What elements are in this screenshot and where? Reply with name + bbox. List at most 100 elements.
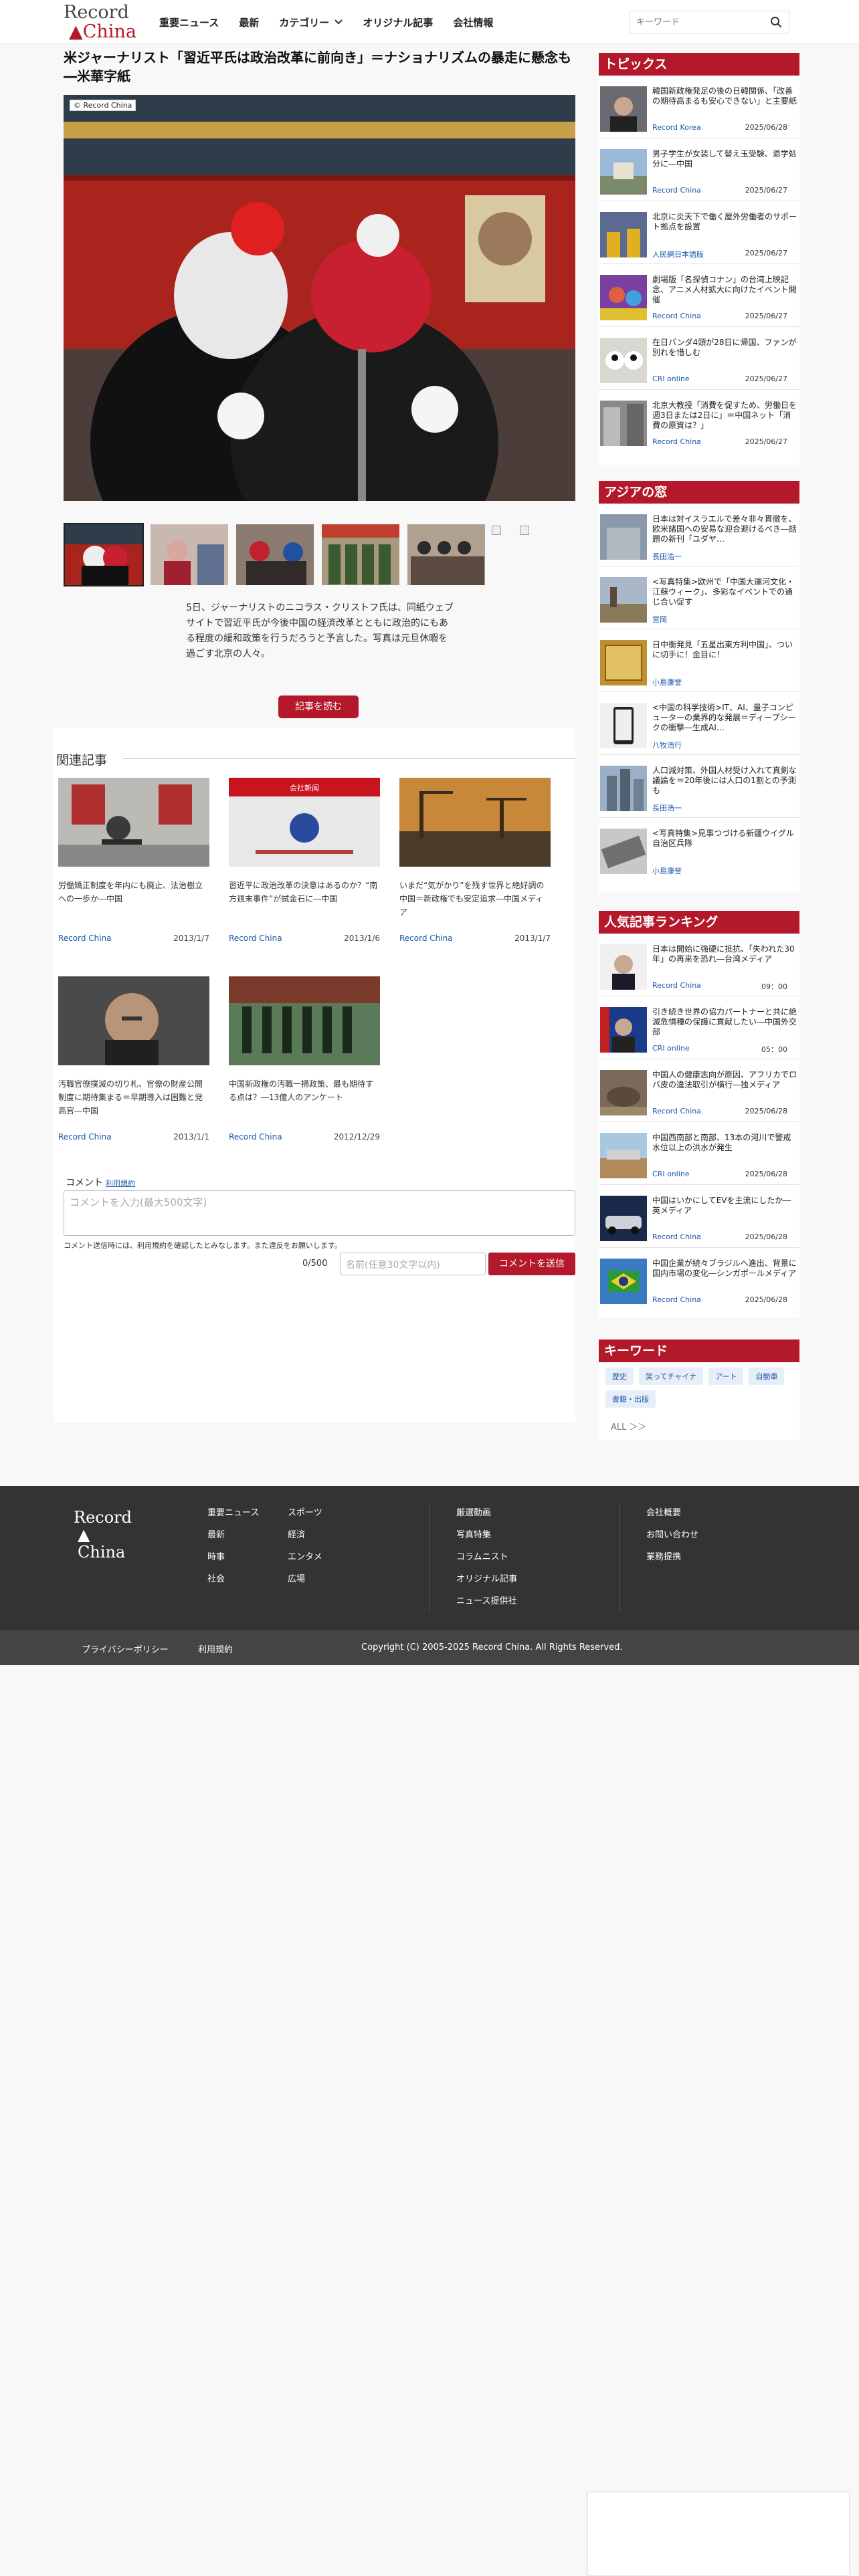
related-card-date: 2013/1/7	[514, 934, 551, 943]
footer-link[interactable]: スポーツ	[288, 1502, 322, 1524]
topic-item[interactable]: 韓国新政権発足の後の日韓関係、「改善の期待高まるも安心できない」と主要紙 Rec…	[599, 81, 799, 138]
thumbnail-1[interactable]	[64, 523, 144, 586]
comment-label: コメント 利用規約	[66, 1178, 135, 1188]
ranking-item[interactable]: 日本は開始に強硬に抵抗、「失われた30年」の再来を恐れ―台湾メディア Recor…	[599, 939, 799, 996]
topic-item[interactable]: 男子学生が女装して替え玉受験、退学処分に―中国 Record China 202…	[599, 144, 799, 201]
terms-link[interactable]: 利用規約	[106, 1179, 135, 1188]
floating-ad-box[interactable]	[587, 2492, 850, 2576]
ranking-item[interactable]: 引き続き世界の協力パートナーと共に絶滅危惧種の保護に貢献したい―中国外交部 CR…	[599, 1002, 799, 1059]
related-card[interactable]: 中国新政権の汚職一掃政策、最も期待する点は？―13億人のアンケート Record…	[224, 976, 385, 1150]
asia-heading: アジアの窓	[599, 481, 799, 504]
topics-heading: トピックス	[599, 53, 799, 76]
asia-item[interactable]: <写真特集>欧州で「中国大運河文化・江蘇ウィーク」、多彩なイベントでの通じ合い促…	[599, 572, 799, 629]
footer-link[interactable]: 業務提携	[646, 1546, 698, 1568]
topics-section: トピックス 韓国新政権発足の後の日韓関係、「改善の期待高まるも安心できない」と主…	[599, 53, 799, 465]
footer-link[interactable]: 時事	[207, 1546, 259, 1568]
asia-item[interactable]: <中国の科学技術>IT、AI、量子コンピューターの業界的な発展＝ディープシークの…	[599, 697, 799, 755]
thumbnail-5[interactable]	[406, 523, 486, 586]
related-card-image: 会社新闻	[229, 778, 380, 867]
topic-item[interactable]: 在日パンダ4頭が28日に帰国、ファンが別れを惜しむ CRI online 202…	[599, 332, 799, 390]
privacy-policy-link[interactable]: プライバシーポリシー	[82, 1642, 169, 1655]
related-card-source[interactable]: Record China	[58, 1132, 112, 1142]
thumbnail-broken-1[interactable]	[492, 526, 501, 535]
thumbnail-2[interactable]	[149, 523, 229, 586]
ranking-item[interactable]: 中国企業が続々ブラジルへ進出、背景に国内市場の変化―シンガポールメディア Rec…	[599, 1253, 799, 1311]
keyword-tag[interactable]: 歴史	[605, 1368, 634, 1385]
asia-item[interactable]: 日中衡発見「五星出東方利中国」、ついに切手に！金目に！ 小島康誉	[599, 635, 799, 692]
search-input[interactable]	[630, 11, 757, 33]
footer-link[interactable]: オリジナル記事	[456, 1568, 517, 1590]
footer-link[interactable]: コラムニスト	[456, 1546, 517, 1568]
keyword-tag[interactable]: 笑ってチャイナ	[639, 1368, 704, 1385]
nav-latest[interactable]: 最新	[239, 15, 259, 29]
related-card[interactable]: 労働矯正制度を年内にも廃止、法治樹立への一歩か―中国 Record China 2…	[54, 778, 214, 957]
ranking-item[interactable]: 中国はいかにしてEVを主流にしたか―英メディア Record China 202…	[599, 1190, 799, 1248]
related-card-title: 中国新政権の汚職一掃政策、最も期待する点は？―13億人のアンケート	[229, 1079, 374, 1102]
related-card[interactable]: いまだ“気がかり”を残す世界と絶好調の中国＝新政権でも安定追求―中国メディア R…	[395, 778, 555, 957]
related-card[interactable]: 会社新闻 習近平に政治改革の決意はあるのか？“南方週末事件”が試金石に―中国 R…	[224, 778, 385, 957]
thumbnail-broken-2[interactable]	[520, 526, 529, 535]
related-card-source[interactable]: Record China	[399, 934, 453, 943]
footer-link[interactable]: 経済	[288, 1524, 322, 1546]
ranking-item[interactable]: 中国西南部と南部、13本の河川で警戒水位以上の洪水が発生 CRI online …	[599, 1128, 799, 1185]
search-icon[interactable]	[770, 16, 782, 28]
article-title: 米ジャーナリスト「習近平氏は政治改革に前向き」＝ナショナリズムの暴走に懸念も―米…	[64, 49, 571, 84]
footer-logo[interactable]: Record ▲ China	[74, 1509, 132, 1561]
asia-item[interactable]: 人口減対策、外国人材受け入れて真剣な議論を＝20年後には人口の1割との予測も 長…	[599, 760, 799, 818]
topic-item[interactable]: 北京大教授「消費を促すため、労働日を週3日または2日に」＝中国ネット「消費の原資…	[599, 395, 799, 453]
comment-name-input[interactable]: 名前(任意30文字以内)	[340, 1253, 486, 1275]
related-card-date: 2013/1/1	[173, 1132, 209, 1142]
keywords-all-link[interactable]: ALL ＞＞	[611, 1420, 647, 1432]
footer-col-3: 厳選動画 写真特集 コラムニスト オリジナル記事 ニュース提供社	[456, 1502, 517, 1612]
related-card-image	[58, 778, 209, 867]
related-card-source[interactable]: Record China	[58, 934, 112, 943]
site-header: Record ▲China 重要ニュース 最新 カテゴリー オリジナル記事 会社…	[0, 0, 859, 44]
ranking-item[interactable]: 中国人の健康志向が原因、アフリカでロバ皮の違法取引が横行―独メディア Recor…	[599, 1065, 799, 1122]
footer-link[interactable]: 会社概要	[646, 1502, 698, 1524]
main-nav: 重要ニュース 最新 カテゴリー オリジナル記事 会社情報	[159, 0, 493, 44]
topic-item[interactable]: 北京に炎天下で働く屋外労働者のサポート拠点を設置 人民網日本語版 2025/06…	[599, 207, 799, 264]
keywords-heading: キーワード	[599, 1339, 799, 1362]
footer-col-2: スポーツ 経済 エンタメ 広場	[288, 1502, 322, 1590]
site-logo[interactable]: Record ▲China	[64, 3, 137, 41]
thumbnail-4[interactable]	[320, 523, 401, 586]
ranking-heading: 人気記事ランキング	[599, 911, 799, 934]
footer-link[interactable]: 最新	[207, 1524, 259, 1546]
footer-link[interactable]: 写真特集	[456, 1524, 517, 1546]
related-card-source[interactable]: Record China	[229, 934, 282, 943]
footer-link[interactable]: エンタメ	[288, 1546, 322, 1568]
read-article-button[interactable]: 記事を読む	[278, 695, 359, 718]
related-card-title: いまだ“気がかり”を残す世界と絶好調の中国＝新政権でも安定追求―中国メディア	[399, 881, 545, 917]
photo-caption: 5日、ジャーナリストのニコラス・クリストフ氏は、同紙ウェブサイトで習近平氏が今後…	[186, 603, 454, 659]
comment-textarea[interactable]: コメントを入力(最大500文字)	[64, 1190, 575, 1236]
thumbnail-3[interactable]	[235, 523, 315, 586]
footer-link[interactable]: お問い合わせ	[646, 1524, 698, 1546]
related-card-image	[229, 976, 380, 1065]
photo-credit: © Record China	[70, 100, 136, 111]
footer-link[interactable]: 社会	[207, 1568, 259, 1590]
nav-original-articles[interactable]: オリジナル記事	[363, 15, 433, 29]
related-card[interactable]: 汚職官僚撲滅の切り札、官僚の財産公開制度に期待集まる＝早期導入は困難と党高官―中…	[54, 976, 214, 1150]
hero-photo[interactable]	[64, 95, 575, 501]
topic-image	[600, 338, 647, 383]
keyword-tag[interactable]: 書籍・出版	[605, 1390, 656, 1408]
asia-item[interactable]: 日本は対イスラエルで差々非々貫徹を、欧米諸国への安易な迎合避けるべき―話題の新刊…	[599, 509, 799, 566]
send-comment-button[interactable]: コメントを送信	[488, 1253, 575, 1275]
card-banner-text: 会社新闻	[290, 783, 319, 792]
terms-of-use-link[interactable]: 利用規約	[198, 1642, 233, 1655]
ranking-section: 人気記事ランキング 日本は開始に強硬に抵抗、「失われた30年」の再来を恐れ―台湾…	[599, 911, 799, 1317]
nav-category[interactable]: カテゴリー	[279, 15, 343, 29]
related-card-date: 2013/1/7	[173, 934, 209, 943]
related-card-source[interactable]: Record China	[229, 1132, 282, 1142]
nav-important-news[interactable]: 重要ニュース	[159, 15, 219, 29]
footer-link[interactable]: ニュース提供社	[456, 1590, 517, 1612]
keyword-tag[interactable]: 自動車	[749, 1368, 785, 1385]
nav-company-info[interactable]: 会社情報	[453, 15, 493, 29]
comment-note: コメント送信時には、利用規約を確認したとみなします。また違反をお願いします。	[64, 1241, 342, 1250]
asia-item[interactable]: <写真特集>見事つづける新疆ウイグル自治区兵隊 小島康誉	[599, 823, 799, 881]
topic-item[interactable]: 劇場版「名探偵コナン」の台湾上映記念、アニメ人材拡大に向けたイベント開催 Rec…	[599, 270, 799, 327]
footer-link[interactable]: 厳選動画	[456, 1502, 517, 1524]
footer-link[interactable]: 重要ニュース	[207, 1502, 259, 1524]
footer-link[interactable]: 広場	[288, 1568, 322, 1590]
keyword-tag[interactable]: アート	[708, 1368, 744, 1385]
